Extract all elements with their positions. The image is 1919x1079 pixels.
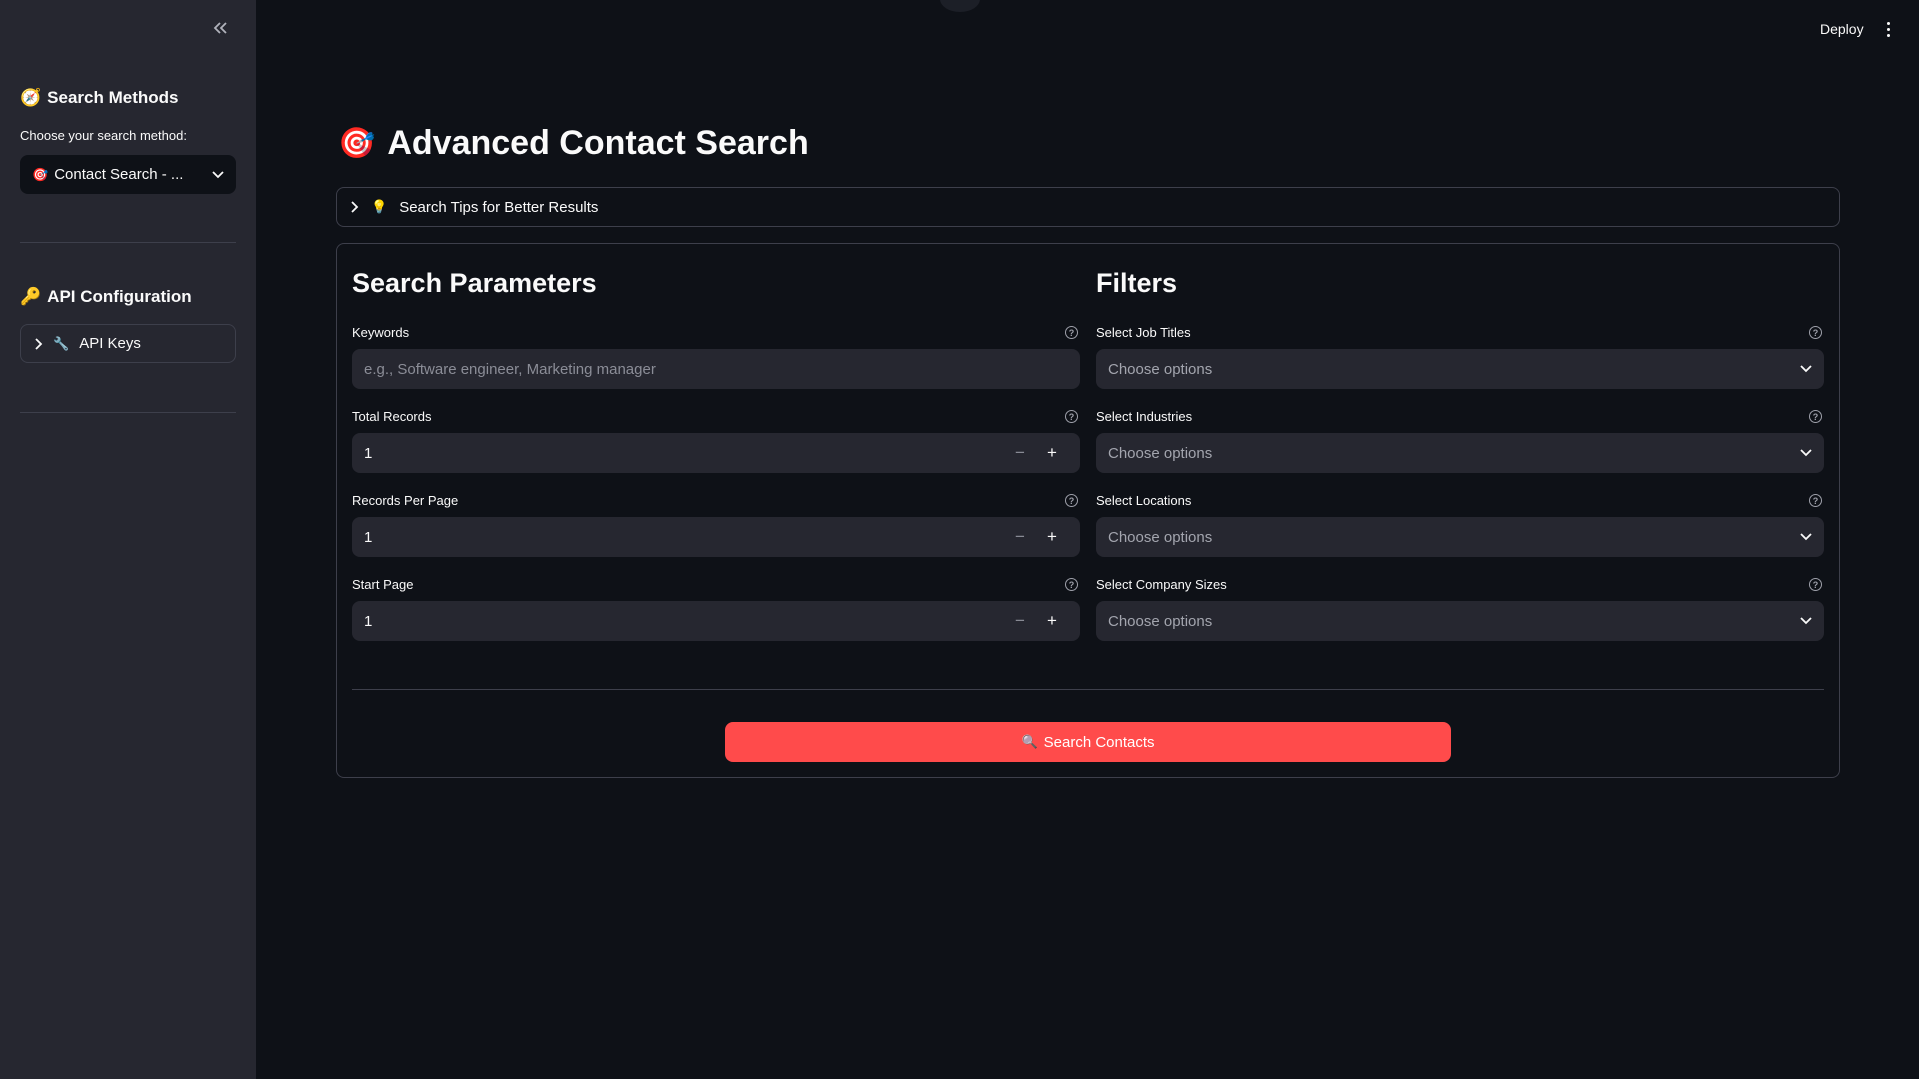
keywords-label: Keywords: [352, 325, 410, 340]
keywords-placeholder: e.g., Software engineer, Marketing manag…: [364, 360, 656, 378]
total-records-label: Total Records: [352, 409, 432, 424]
method-label: Choose your search method:: [20, 128, 187, 143]
sidebar-divider: [20, 412, 236, 413]
industries-select[interactable]: Choose options: [1096, 433, 1824, 473]
page-title-text: Advanced Contact Search: [387, 124, 809, 162]
help-icon[interactable]: ?: [1065, 578, 1078, 591]
api-configuration-heading: 🔑 API Configuration: [20, 287, 192, 307]
sidebar: 🧭 Search Methods Choose your search meth…: [0, 0, 256, 1079]
chevron-down-icon: [1800, 533, 1812, 541]
job-titles-placeholder: Choose options: [1108, 360, 1213, 378]
help-icon[interactable]: ?: [1065, 410, 1078, 423]
search-tips-label: Search Tips for Better Results: [399, 198, 599, 216]
api-keys-expander[interactable]: 🔧 API Keys: [20, 324, 236, 363]
search-methods-title: Search Methods: [47, 88, 179, 107]
decrement-button[interactable]: −: [1004, 443, 1036, 463]
increment-button[interactable]: +: [1036, 527, 1068, 547]
search-method-value: Contact Search - ...: [54, 166, 184, 183]
chevron-down-icon: [212, 170, 224, 178]
more-menu-icon[interactable]: [1880, 18, 1896, 40]
search-tips-expander[interactable]: 💡 Search Tips for Better Results: [336, 187, 1840, 227]
industries-placeholder: Choose options: [1108, 444, 1213, 462]
deploy-button[interactable]: Deploy: [1820, 21, 1864, 37]
wrench-icon: 🔧: [53, 335, 70, 351]
keywords-input[interactable]: e.g., Software engineer, Marketing manag…: [352, 349, 1080, 389]
locations-select[interactable]: Choose options: [1096, 517, 1824, 557]
start-page-input[interactable]: 1 − +: [352, 601, 1080, 641]
company-sizes-select[interactable]: Choose options: [1096, 601, 1824, 641]
company-sizes-placeholder: Choose options: [1108, 612, 1213, 630]
api-keys-label: API Keys: [79, 335, 141, 352]
chevron-down-icon: [1800, 617, 1812, 625]
records-per-page-value: 1: [364, 528, 373, 546]
lightbulb-icon: 💡: [371, 199, 388, 214]
decrement-button[interactable]: −: [1004, 527, 1036, 547]
form-divider: [352, 689, 1824, 690]
start-page-label: Start Page: [352, 577, 414, 592]
target-icon: 🎯: [32, 166, 49, 182]
filters-title: Filters: [1096, 268, 1178, 298]
help-icon[interactable]: ?: [1065, 494, 1078, 507]
search-method-select[interactable]: 🎯 Contact Search - ...: [20, 155, 236, 194]
help-icon[interactable]: ?: [1065, 326, 1078, 339]
page-title: 🎯 Advanced Contact Search: [338, 124, 809, 163]
target-icon: 🎯: [338, 127, 376, 160]
search-contacts-label: Search Contacts: [1043, 733, 1155, 751]
help-icon[interactable]: ?: [1809, 578, 1822, 591]
help-icon[interactable]: ?: [1809, 326, 1822, 339]
company-sizes-label: Select Company Sizes: [1096, 577, 1227, 592]
status-indicator: [940, 0, 980, 12]
chevron-right-icon: [351, 201, 359, 213]
help-icon[interactable]: ?: [1809, 410, 1822, 423]
industries-label: Select Industries: [1096, 409, 1193, 424]
search-form: [336, 243, 1840, 778]
increment-button[interactable]: +: [1036, 443, 1068, 463]
increment-button[interactable]: +: [1036, 611, 1068, 631]
key-icon: 🔑: [20, 287, 42, 306]
search-methods-heading: 🧭 Search Methods: [20, 88, 178, 108]
chevron-down-icon: [1800, 365, 1812, 373]
job-titles-select[interactable]: Choose options: [1096, 349, 1824, 389]
total-records-input[interactable]: 1 − +: [352, 433, 1080, 473]
help-icon[interactable]: ?: [1809, 494, 1822, 507]
decrement-button[interactable]: −: [1004, 611, 1036, 631]
total-records-value: 1: [364, 444, 373, 462]
search-contacts-button[interactable]: 🔍 Search Contacts: [725, 722, 1451, 762]
start-page-value: 1: [364, 612, 373, 630]
magnifier-icon: 🔍: [1021, 734, 1038, 749]
compass-icon: 🧭: [20, 88, 42, 107]
locations-label: Select Locations: [1096, 493, 1192, 508]
records-per-page-label: Records Per Page: [352, 493, 459, 508]
chevron-right-icon: [35, 337, 43, 350]
sidebar-divider: [20, 242, 236, 243]
collapse-sidebar-button[interactable]: [206, 14, 234, 42]
job-titles-label: Select Job Titles: [1096, 325, 1191, 340]
chevron-down-icon: [1800, 449, 1812, 457]
double-chevron-left-icon: [213, 22, 227, 34]
locations-placeholder: Choose options: [1108, 528, 1213, 546]
search-parameters-title: Search Parameters: [352, 268, 597, 298]
api-configuration-title: API Configuration: [47, 287, 192, 306]
records-per-page-input[interactable]: 1 − +: [352, 517, 1080, 557]
